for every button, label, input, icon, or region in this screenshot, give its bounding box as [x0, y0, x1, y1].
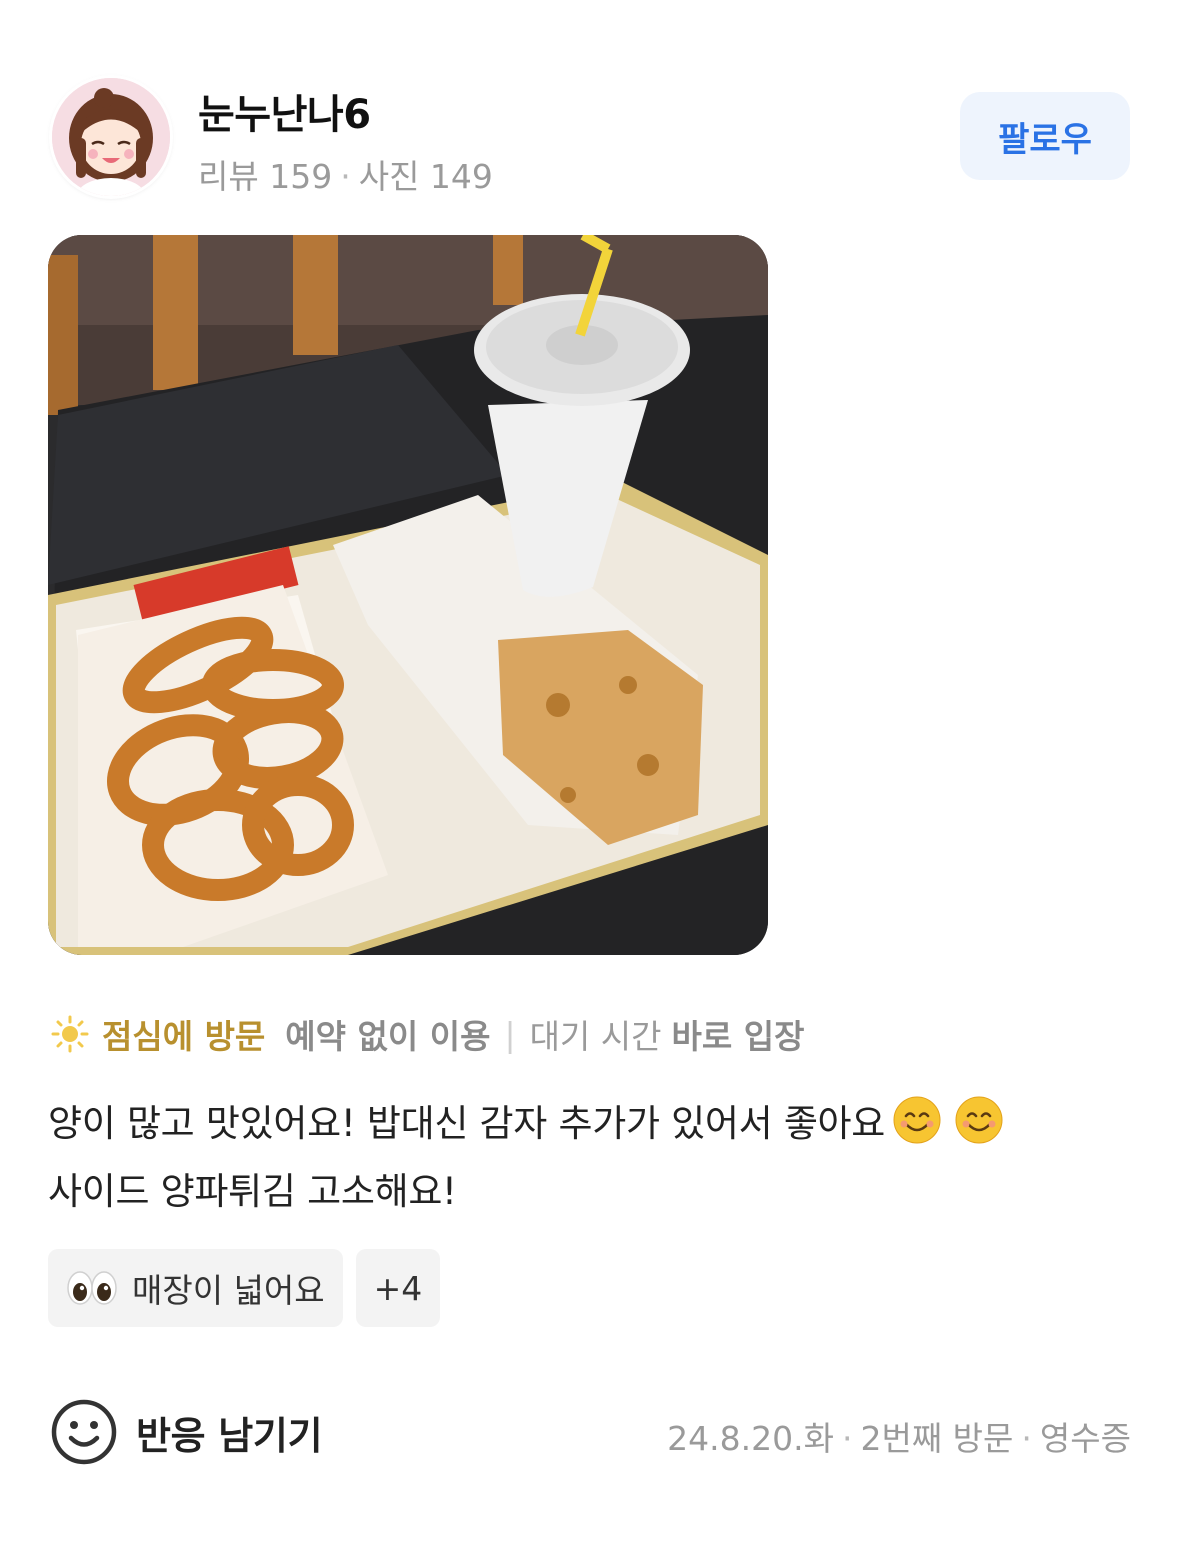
smile-icon — [51, 1399, 117, 1465]
food-photo — [48, 235, 768, 955]
separator-dot: · — [340, 157, 351, 196]
photo-count: 사진 149 — [358, 157, 493, 196]
reservation-info: 예약 없이 이용 — [285, 1017, 491, 1056]
sun-icon — [51, 1015, 89, 1053]
smiling-face-emoji — [955, 1096, 1003, 1144]
react-button-label: 반응 남기기 — [136, 1413, 323, 1458]
visit-date: 24.8.20.화 — [667, 1419, 834, 1458]
user-stats: 리뷰 159 · 사진 149 — [198, 150, 493, 198]
review-header: 눈누난나6 리뷰 159 · 사진 149 팔로우 — [0, 0, 1179, 220]
review-line-1-text: 양이 많고 맛있어요! 밥대신 감자 추가가 있어서 좋아요 — [48, 1102, 886, 1145]
receipt-label: 영수증 — [1039, 1419, 1131, 1458]
follow-button[interactable]: 팔로우 — [960, 92, 1130, 180]
wait-time-label: 대기 시간 — [529, 1017, 662, 1056]
visit-meta: 24.8.20.화 · 2번째 방문 · 영수증 — [667, 1412, 1131, 1460]
username[interactable]: 눈누난나6 — [198, 82, 371, 140]
info-divider: | — [504, 1014, 516, 1054]
review-text[interactable]: 양이 많고 맛있어요! 밥대신 감자 추가가 있어서 좋아요 사이드 양파튀김 … — [48, 1090, 1138, 1226]
review-count: 리뷰 159 — [198, 157, 333, 196]
visit-time: 점심에 방문 — [102, 1017, 266, 1056]
review-photo[interactable] — [48, 235, 768, 955]
wait-time-value: 바로 입장 — [671, 1017, 805, 1056]
separator-dot: · — [1021, 1419, 1032, 1458]
tag-label: 매장이 넓어요 — [132, 1271, 325, 1310]
review-line-1: 양이 많고 맛있어요! 밥대신 감자 추가가 있어서 좋아요 — [48, 1090, 1138, 1158]
review-footer: 반응 남기기 24.8.20.화 · 2번째 방문 · 영수증 — [0, 1390, 1179, 1480]
visit-count: 2번째 방문 — [860, 1419, 1014, 1458]
avatar[interactable] — [52, 78, 170, 196]
more-tags-count: +4 — [373, 1268, 423, 1308]
tag-spacious-store[interactable]: 매장이 넓어요 — [48, 1249, 343, 1327]
avatar-illustration — [52, 78, 170, 196]
more-tags-button[interactable]: +4 — [355, 1249, 441, 1327]
react-button[interactable]: 반응 남기기 — [50, 1398, 323, 1466]
keyword-tags: 매장이 넓어요 +4 — [48, 1249, 441, 1327]
smiling-face-emoji — [893, 1096, 941, 1144]
separator-dot: · — [841, 1419, 853, 1458]
eyes-emoji — [67, 1271, 117, 1305]
review-line-2: 사이드 양파튀김 고소해요! — [48, 1170, 457, 1213]
visit-info: 점심에 방문 예약 없이 이용 | 대기 시간 바로 입장 — [50, 1012, 804, 1056]
